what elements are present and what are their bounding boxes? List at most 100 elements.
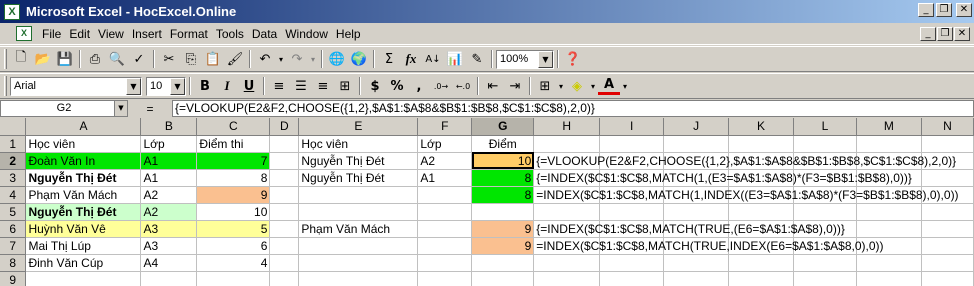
italic-icon[interactable]: I — [216, 75, 238, 97]
chart-wizard-icon[interactable]: 📊 — [444, 48, 466, 70]
bold-icon[interactable]: B — [194, 75, 216, 97]
col-header-n[interactable]: N — [921, 118, 974, 136]
col-header-h[interactable]: H — [533, 118, 601, 136]
col-header-b[interactable]: B — [140, 118, 198, 136]
cell-d2[interactable] — [269, 152, 300, 170]
cell-i1[interactable] — [599, 135, 665, 153]
borders-icon[interactable]: ⊞ — [534, 75, 556, 97]
cell-d8[interactable] — [269, 254, 300, 272]
cell-c8[interactable]: 4 — [196, 254, 271, 272]
col-header-i[interactable]: I — [599, 118, 665, 136]
cell-n3[interactable] — [921, 169, 974, 187]
col-header-d[interactable]: D — [269, 118, 300, 136]
menu-data[interactable]: Data — [248, 27, 281, 41]
font-color-dropdown-icon[interactable]: ▾ — [620, 75, 630, 97]
cell-f3[interactable]: A1 — [417, 169, 473, 187]
cell-a1[interactable]: Học viên — [25, 135, 142, 153]
decrease-decimal-icon[interactable]: ←.0 — [452, 75, 474, 97]
row-header[interactable]: 2 — [0, 152, 27, 170]
excel-app-icon[interactable]: X — [4, 3, 20, 20]
cell-c6[interactable]: 5 — [196, 220, 271, 238]
workbook-icon[interactable]: X — [16, 26, 32, 41]
formula-input[interactable]: {=VLOOKUP(E2&F2,CHOOSE({1,2},$A$1:$A$8&$… — [172, 100, 974, 117]
cell-j9[interactable] — [663, 271, 730, 286]
increase-indent-icon[interactable]: ⇥ — [504, 75, 526, 97]
comma-style-icon[interactable]: , — [408, 75, 430, 97]
row-header[interactable]: 3 — [0, 169, 27, 187]
currency-icon[interactable]: $ — [364, 75, 386, 97]
underline-icon[interactable]: U — [238, 75, 260, 97]
cell-d5[interactable] — [269, 203, 300, 221]
zoom-combo[interactable]: 100% ▼ — [496, 49, 554, 69]
cell-b9[interactable] — [140, 271, 198, 286]
col-header-f[interactable]: F — [417, 118, 473, 136]
row-header[interactable]: 8 — [0, 254, 27, 272]
cell-a6[interactable]: Huỳnh Văn Vê — [25, 220, 142, 238]
cell-i9[interactable] — [599, 271, 665, 286]
row-header[interactable]: 4 — [0, 186, 27, 204]
worksheet-grid[interactable]: A B C D E F G H I J K L M N 1 Học viên L… — [0, 118, 974, 286]
cell-b1[interactable]: Lớp — [140, 135, 198, 153]
cell-n5[interactable] — [921, 203, 974, 221]
cell-a9[interactable] — [25, 271, 142, 286]
cell-n6[interactable] — [921, 220, 974, 238]
cell-e9[interactable] — [298, 271, 419, 286]
toolbar-grip[interactable] — [4, 76, 7, 96]
open-folder-icon[interactable]: 📂 — [32, 48, 54, 70]
font-size-combo[interactable]: 10 ▼ — [146, 76, 186, 96]
format-painter-icon[interactable]: 🖌 — [224, 48, 246, 70]
cell-g5[interactable] — [471, 203, 535, 221]
cell-h8[interactable] — [533, 254, 601, 272]
undo-dropdown-icon[interactable]: ▾ — [276, 48, 286, 70]
doc-restore-button[interactable]: ❐ — [937, 27, 953, 41]
col-header-m[interactable]: M — [856, 118, 922, 136]
cell-h4[interactable]: =INDEX($C$1:$C$8,MATCH(1,INDEX((E3=$A$1:… — [533, 186, 959, 204]
col-header-e[interactable]: E — [298, 118, 419, 136]
cell-h2[interactable]: {=VLOOKUP(E2&F2,CHOOSE({1,2},$A$1:$A$8&$… — [533, 152, 956, 170]
cell-a8[interactable]: Đinh Văn Cúp — [25, 254, 142, 272]
cell-i8[interactable] — [599, 254, 665, 272]
close-button[interactable]: ✕ — [956, 3, 972, 17]
doc-minimize-button[interactable]: _ — [920, 27, 936, 41]
chevron-down-icon[interactable]: ▼ — [126, 77, 141, 95]
cell-a3[interactable]: Nguyễn Thị Đét — [25, 169, 142, 187]
cell-b5[interactable]: A2 — [140, 203, 198, 221]
cell-b3[interactable]: A1 — [140, 169, 198, 187]
cell-l5[interactable] — [793, 203, 857, 221]
cell-d3[interactable] — [269, 169, 300, 187]
doc-close-button[interactable]: ✕ — [954, 27, 970, 41]
cell-j5[interactable] — [663, 203, 730, 221]
menu-format[interactable]: Format — [166, 27, 212, 41]
cell-b8[interactable]: A4 — [140, 254, 198, 272]
fill-color-icon[interactable]: ◈ — [566, 75, 588, 97]
cell-e8[interactable] — [298, 254, 419, 272]
cell-e6[interactable]: Phạm Văn Mách — [298, 220, 419, 238]
increase-decimal-icon[interactable]: .0→ — [430, 75, 452, 97]
cell-a2[interactable]: Đoàn Văn In — [25, 152, 142, 170]
cell-b7[interactable]: A3 — [140, 237, 198, 255]
sort-ascending-icon[interactable]: A↓ — [422, 48, 444, 70]
cell-h7[interactable]: =INDEX($C$1:$C$8,MATCH(TRUE,INDEX(E6=$A$… — [533, 237, 884, 255]
cell-n7[interactable] — [921, 237, 974, 255]
spelling-icon[interactable]: ✓ — [128, 48, 150, 70]
toolbar-grip[interactable] — [4, 49, 7, 69]
cell-k5[interactable] — [728, 203, 795, 221]
redo-dropdown-icon[interactable]: ▾ — [308, 48, 318, 70]
cell-e5[interactable] — [298, 203, 419, 221]
menu-file[interactable]: File — [38, 27, 65, 41]
cell-a7[interactable]: Mai Thị Lúp — [25, 237, 142, 255]
cell-n9[interactable] — [921, 271, 974, 286]
cell-b6[interactable]: A3 — [140, 220, 198, 238]
cell-f5[interactable] — [417, 203, 473, 221]
col-header-k[interactable]: K — [728, 118, 795, 136]
cell-b4[interactable]: A2 — [140, 186, 198, 204]
cell-g2[interactable]: 10 — [471, 152, 535, 170]
merge-center-icon[interactable]: ⊞ — [334, 75, 356, 97]
insert-function-icon[interactable]: fx — [400, 48, 422, 70]
cell-g6[interactable]: 9 — [471, 220, 535, 238]
chevron-down-icon[interactable]: ▼ — [114, 101, 127, 116]
col-header-j[interactable]: J — [663, 118, 730, 136]
percent-icon[interactable]: % — [386, 75, 408, 97]
cell-d9[interactable] — [269, 271, 300, 286]
minimize-button[interactable]: _ — [918, 3, 934, 17]
